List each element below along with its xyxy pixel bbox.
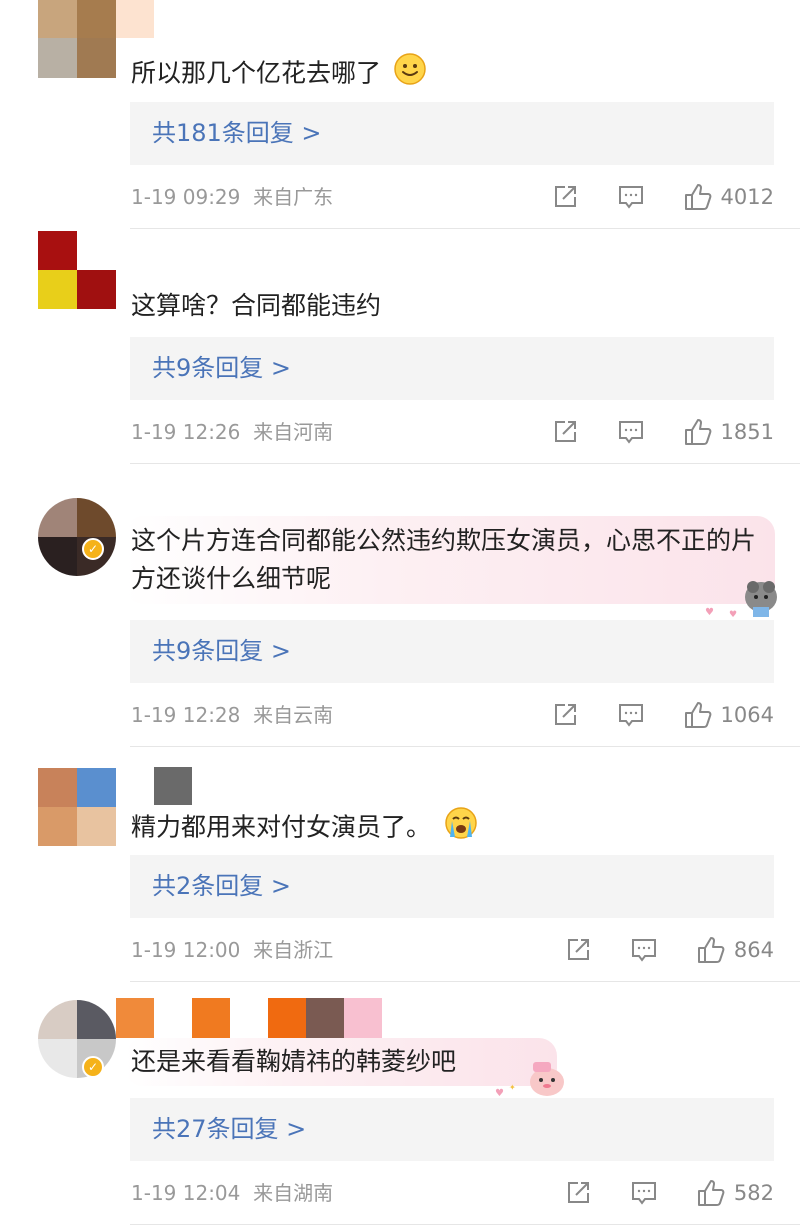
comment-meta: 1-19 12:00 来自浙江 864 xyxy=(131,935,774,965)
comment-button[interactable] xyxy=(630,1179,658,1207)
like-count: 4012 xyxy=(720,185,774,209)
divider xyxy=(130,1224,800,1225)
like-button[interactable]: 4012 xyxy=(683,182,774,212)
view-replies-link[interactable]: 共181条回复 > xyxy=(130,102,774,165)
avatar[interactable] xyxy=(38,498,116,576)
comment-icon xyxy=(631,939,656,962)
comment-text: 这算啥？合同都能违约 xyxy=(131,291,382,320)
comment-date-location: 1-19 12:04 来自湖南 xyxy=(131,1181,334,1205)
like-button[interactable]: 1851 xyxy=(683,417,774,447)
comment-meta: 1-19 12:04 来自湖南 582 xyxy=(131,1178,774,1208)
share-button[interactable] xyxy=(551,418,579,446)
like-button[interactable]: 864 xyxy=(696,935,774,965)
comment-meta: 1-19 12:28 来自云南 1064 xyxy=(131,700,774,730)
thumbs-up-icon xyxy=(684,419,711,445)
share-icon xyxy=(567,1182,589,1203)
comment-icon xyxy=(631,1182,656,1205)
comment-meta: 1-19 09:29 来自广东 4012 xyxy=(131,182,774,212)
comment-item: 这算啥？合同都能违约 共9条回复 > 1-19 12:26 来自河南 1851 xyxy=(0,229,800,464)
verified-badge-icon: ✓ xyxy=(82,1056,104,1078)
bubble-sticker-icon: ♥ ♥ xyxy=(705,577,785,625)
view-replies-link[interactable]: 共2条回复 > xyxy=(130,855,774,918)
comment-button[interactable] xyxy=(630,936,658,964)
view-replies-link[interactable]: 共27条回复 > xyxy=(130,1098,774,1161)
thumbs-up-icon xyxy=(684,184,711,210)
thumbs-up-icon xyxy=(697,937,725,963)
avatar[interactable] xyxy=(38,768,116,846)
comment-date-location: 1-19 09:29 来自广东 xyxy=(131,185,334,209)
comment-item: 精力都用来对付女演员了。 共2条回复 > 1-19 12:00 来自浙江 864 xyxy=(0,747,800,982)
comment-item: ✓ 还是来看看鞠婧祎的韩菱纱吧 ♥ ✦ 共27条回复 > 1-19 12:04 来… xyxy=(0,982,800,1229)
share-button[interactable] xyxy=(564,1179,592,1207)
svg-text:♥: ♥ xyxy=(729,610,737,620)
smile-emoji-icon xyxy=(393,52,427,97)
comment-button[interactable] xyxy=(617,418,645,446)
share-icon xyxy=(567,939,589,960)
comment-item: ✓ 这个片方连合同都能公然违约欺压女演员，心思不正的片方还谈什么细节呢 ♥ ♥ 共… xyxy=(0,464,800,747)
like-button[interactable]: 582 xyxy=(696,1178,774,1208)
comment-text: 这个片方连合同都能公然违约欺压女演员，心思不正的片方还谈什么细节呢 xyxy=(131,526,757,593)
comment-icon xyxy=(618,421,643,444)
comment-item: 所以那几个亿花去哪了 共181条回复 > 1-19 09:29 来自广东 401… xyxy=(0,0,800,229)
comment-date-location: 1-19 12:28 来自云南 xyxy=(131,703,334,727)
share-icon xyxy=(554,186,576,207)
like-count: 1064 xyxy=(720,703,774,727)
comment-icon xyxy=(618,704,643,727)
comment-text: 还是来看看鞠婧祎的韩菱纱吧 xyxy=(131,1047,457,1076)
comment-meta: 1-19 12:26 来自河南 1851 xyxy=(131,417,774,447)
comment-date-location: 1-19 12:26 来自河南 xyxy=(131,420,334,444)
like-count: 864 xyxy=(733,938,774,962)
share-button[interactable] xyxy=(564,936,592,964)
avatar[interactable] xyxy=(38,0,116,78)
share-icon xyxy=(554,421,576,442)
like-count: 1851 xyxy=(720,420,774,444)
crying-emoji-icon xyxy=(443,805,479,852)
avatar[interactable] xyxy=(38,1000,116,1078)
svg-text:✦: ✦ xyxy=(509,1083,516,1092)
share-button[interactable] xyxy=(551,183,579,211)
verified-badge-icon: ✓ xyxy=(82,538,104,560)
svg-text:♥: ♥ xyxy=(705,607,714,618)
comment-text: 所以那几个亿花去哪了 xyxy=(131,52,770,97)
share-icon xyxy=(554,704,576,725)
avatar[interactable] xyxy=(38,231,116,309)
comment-text: 精力都用来对付女演员了。 xyxy=(131,805,770,852)
comment-button[interactable] xyxy=(617,183,645,211)
thumbs-up-icon xyxy=(684,702,711,728)
like-count: 582 xyxy=(733,1181,774,1205)
comment-date-location: 1-19 12:00 来自浙江 xyxy=(131,938,334,962)
comment-icon xyxy=(618,186,643,209)
like-button[interactable]: 1064 xyxy=(683,700,774,730)
share-button[interactable] xyxy=(551,701,579,729)
view-replies-link[interactable]: 共9条回复 > xyxy=(130,620,774,683)
thumbs-up-icon xyxy=(697,1180,725,1206)
view-replies-link[interactable]: 共9条回复 > xyxy=(130,337,774,400)
comment-button[interactable] xyxy=(617,701,645,729)
